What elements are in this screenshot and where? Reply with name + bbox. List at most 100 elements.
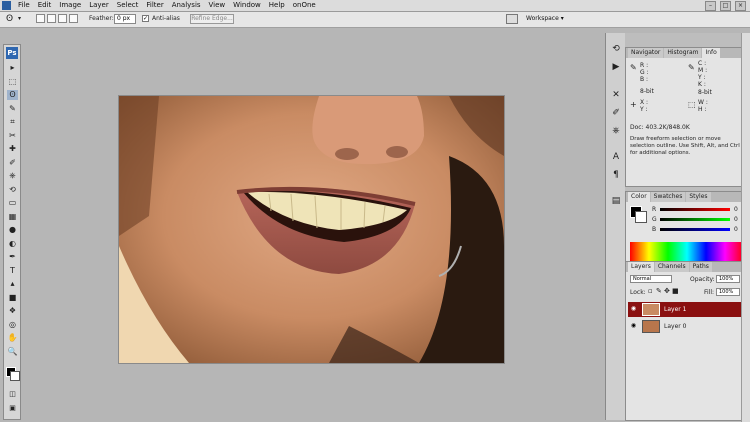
tab-swatches[interactable]: Swatches — [650, 192, 686, 202]
blue-slider[interactable] — [660, 228, 730, 231]
hand-tool-icon[interactable]: ✋ — [7, 333, 18, 343]
tab-styles[interactable]: Styles — [686, 192, 711, 202]
workspace-button[interactable]: Workspace ▾ — [526, 14, 572, 24]
visibility-eye-icon[interactable]: ◉ — [630, 322, 637, 329]
intersect-selection-icon[interactable] — [69, 14, 78, 23]
menu-select[interactable]: Select — [117, 0, 139, 11]
panel-scrollbar[interactable] — [741, 33, 750, 422]
move-tool-icon[interactable]: ▸ — [7, 63, 18, 73]
lasso-tool-icon[interactable]: ʘ — [7, 90, 18, 100]
color-r-value[interactable]: 0 — [734, 206, 738, 213]
lock-pixels-icon[interactable]: ✎ — [656, 288, 662, 295]
menu-analysis[interactable]: Analysis — [172, 0, 201, 11]
tab-info[interactable]: Info — [702, 48, 720, 58]
clone-source-icon[interactable]: ⎈ — [610, 125, 622, 137]
workspace-icon[interactable] — [506, 14, 518, 24]
dodge-tool-icon[interactable]: ◐ — [7, 239, 18, 249]
brush-tool-icon[interactable]: ✐ — [7, 158, 18, 168]
tab-layers[interactable]: Layers — [628, 262, 654, 272]
feather-input[interactable]: 0 px — [114, 14, 136, 24]
red-slider[interactable] — [660, 208, 730, 211]
eyedropper-icon: ✎ — [630, 63, 637, 72]
actions-icon[interactable]: ▶ — [610, 61, 622, 73]
color-b-value[interactable]: 0 — [734, 226, 738, 233]
notes-icon[interactable]: ▤ — [610, 195, 622, 207]
blend-mode-select[interactable]: Normal — [630, 275, 672, 283]
menu-onone[interactable]: onOne — [293, 0, 316, 11]
character-icon[interactable]: A — [610, 151, 622, 163]
rgb-g-label: G : — [640, 69, 649, 76]
menu-image[interactable]: Image — [59, 0, 81, 11]
color-bg-swatch[interactable] — [635, 211, 647, 223]
visibility-eye-icon[interactable]: ◉ — [630, 305, 637, 312]
fill-input[interactable]: 100% — [716, 288, 740, 296]
menu-layer[interactable]: Layer — [89, 0, 109, 11]
zoom-tool-icon[interactable]: 🔍 — [7, 347, 18, 357]
minimize-icon[interactable]: – — [705, 1, 716, 11]
toolbox: Ps ▸ ⬚ ʘ ✎ ⌗ ✂ ✚ ✐ ⎈ ⟲ ▭ ▦ ● ◐ ✒ T ▴ ■ ❖ ◎ ✋ 🔍 ◫ ▣ — [3, 44, 21, 420]
layer-row-layer-0[interactable]: ◉ Layer 0 — [628, 319, 747, 334]
panel-dock-icons: ⟲ ▶ ✕ ✐ ⎈ A ¶ ▤ — [605, 33, 626, 420]
lock-position-icon[interactable]: ✥ — [664, 288, 670, 295]
layer-row-layer-1[interactable]: ◉ Layer 1 — [628, 302, 747, 317]
menu-file[interactable]: File — [18, 0, 30, 11]
healing-brush-tool-icon[interactable]: ✚ — [7, 144, 18, 154]
tab-color[interactable]: Color — [628, 192, 650, 202]
menu-edit[interactable]: Edit — [38, 0, 52, 11]
restore-icon[interactable]: □ — [720, 1, 731, 11]
paragraph-icon[interactable]: ¶ — [610, 169, 622, 181]
background-color-swatch[interactable] — [10, 371, 20, 381]
history-brush-tool-icon[interactable]: ⟲ — [7, 185, 18, 195]
type-tool-icon[interactable]: T — [7, 266, 18, 276]
tab-paths[interactable]: Paths — [689, 262, 712, 272]
eraser-tool-icon[interactable]: ▭ — [7, 198, 18, 208]
menu-help[interactable]: Help — [269, 0, 285, 11]
quick-mask-icon[interactable]: ◫ — [7, 389, 18, 399]
path-select-tool-icon[interactable]: ▴ — [7, 279, 18, 289]
menu-window[interactable]: Window — [233, 0, 261, 11]
blur-tool-icon[interactable]: ● — [7, 225, 18, 235]
pen-tool-icon[interactable]: ✒ — [7, 252, 18, 262]
3d-rotate-tool-icon[interactable]: ❖ — [7, 306, 18, 316]
crop-tool-icon[interactable]: ⌗ — [7, 117, 18, 127]
menu-bar: File Edit Image Layer Select Filter Analysis Vi… — [0, 0, 750, 12]
marquee-tool-icon[interactable]: ⬚ — [7, 77, 18, 87]
slice-tool-icon[interactable]: ✂ — [7, 131, 18, 141]
opacity-input[interactable]: 100% — [716, 275, 740, 283]
eyedropper-cmyk-icon: ✎ — [688, 63, 695, 72]
green-slider[interactable] — [660, 218, 730, 221]
add-selection-icon[interactable] — [47, 14, 56, 23]
tab-navigator[interactable]: Navigator — [628, 48, 664, 58]
3d-orbit-tool-icon[interactable]: ◎ — [7, 320, 18, 330]
tab-channels[interactable]: Channels — [654, 262, 689, 272]
quick-select-tool-icon[interactable]: ✎ — [7, 104, 18, 114]
fill-label: Fill: — [704, 289, 715, 296]
gradient-tool-icon[interactable]: ▦ — [7, 212, 18, 222]
w-label: W : — [698, 99, 708, 106]
bit-depth-right: 8-bit — [698, 89, 712, 96]
options-bar: ʘ ▾ Feather: 0 px ✓ Anti-alias Refine Ed… — [0, 12, 750, 28]
menu-filter[interactable]: Filter — [146, 0, 163, 11]
tab-histogram[interactable]: Histogram — [664, 48, 702, 58]
menu-view[interactable]: View — [209, 0, 226, 11]
antialias-checkbox[interactable]: ✓ — [142, 15, 149, 22]
history-icon[interactable]: ⟲ — [610, 43, 622, 55]
clone-stamp-tool-icon[interactable]: ⎈ — [7, 171, 18, 181]
new-selection-icon[interactable] — [36, 14, 45, 23]
subtract-selection-icon[interactable] — [58, 14, 67, 23]
layer-name: Layer 0 — [664, 323, 687, 330]
lock-all-icon[interactable]: ■ — [672, 288, 679, 295]
color-g-value[interactable]: 0 — [734, 216, 738, 223]
lock-transparency-icon[interactable]: ▫ — [648, 288, 653, 295]
lasso-tool-icon[interactable]: ʘ — [6, 14, 13, 24]
bit-depth-left: 8-bit — [640, 88, 654, 95]
document-canvas[interactable] — [119, 96, 504, 363]
close-icon[interactable]: × — [735, 1, 746, 11]
refine-edge-button[interactable]: Refine Edge... — [190, 14, 234, 24]
tool-preset-chevron-icon[interactable]: ▾ — [18, 14, 21, 24]
tool-presets-icon[interactable]: ✕ — [610, 89, 622, 101]
screen-mode-icon[interactable]: ▣ — [7, 403, 18, 413]
cmyk-c-label: C : — [698, 60, 707, 67]
shape-tool-icon[interactable]: ■ — [7, 293, 18, 303]
brushes-icon[interactable]: ✐ — [610, 107, 622, 119]
